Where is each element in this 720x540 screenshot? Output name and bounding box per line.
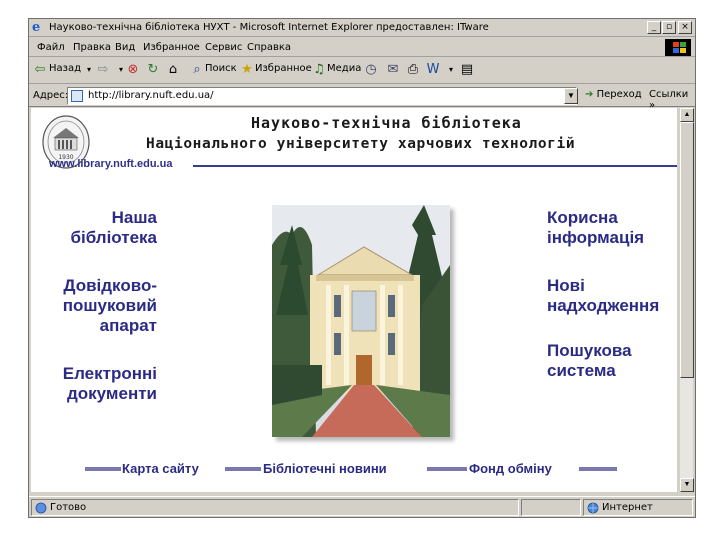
forward-arrow-icon[interactable]: ⇨ <box>95 62 111 78</box>
go-label: Переход <box>596 89 642 100</box>
discuss-icon[interactable]: ▤ <box>459 62 475 78</box>
header-divider <box>193 165 677 167</box>
media-button[interactable]: Медиа <box>327 63 361 74</box>
nav-reference-apparatus[interactable]: Довідково- пошуковий апарат <box>31 276 157 336</box>
maximize-button[interactable]: ▫ <box>662 21 676 34</box>
window-title: Науково-технічна бібліотека НУХТ - Micro… <box>49 22 489 33</box>
edit-word-icon[interactable]: W <box>425 62 441 78</box>
home-icon[interactable]: ⌂ <box>165 62 181 78</box>
stop-icon[interactable]: ⊗ <box>125 62 141 78</box>
favorites-button[interactable]: Избранное <box>255 63 312 74</box>
back-arrow-icon[interactable]: ⇦ <box>32 62 48 78</box>
go-button[interactable]: ➔ Переход <box>585 89 642 100</box>
heading-line-2: Національного університету харчових техн… <box>146 136 576 152</box>
search-button[interactable]: Поиск <box>205 63 237 74</box>
status-pane-zone: Интернет <box>583 499 693 516</box>
nav-useful-info[interactable]: Корисна інформація <box>547 208 644 248</box>
zone-text: Интернет <box>602 502 653 513</box>
close-button[interactable]: × <box>678 21 692 34</box>
library-building-photo <box>272 205 450 437</box>
menu-file[interactable]: Файл <box>37 42 65 53</box>
nav-our-library[interactable]: Наша бібліотека <box>31 208 157 248</box>
bottom-bar-3 <box>427 467 467 471</box>
vertical-scrollbar[interactable]: ▲ ▼ <box>679 108 694 492</box>
page-done-icon <box>35 502 47 514</box>
status-bar: Готово Интернет <box>29 496 695 517</box>
menu-edit[interactable]: Правка <box>73 42 111 53</box>
heading-line-1: Науково-технічна бібліотека <box>251 114 522 132</box>
nav-new-arrivals[interactable]: Нові надходження <box>547 276 659 316</box>
scroll-up-arrow-icon[interactable]: ▲ <box>680 108 694 122</box>
ie-logo-icon: e <box>32 20 41 35</box>
nav-electronic-documents[interactable]: Електронні документи <box>31 364 157 404</box>
print-icon[interactable]: ⎙ <box>405 62 421 78</box>
page-icon <box>71 90 83 102</box>
links-label: Ссылки <box>649 89 689 100</box>
site-url: www.library.nuft.edu.ua <box>49 158 173 170</box>
bottom-link-sitemap[interactable]: Карта сайту <box>122 461 199 476</box>
history-icon[interactable]: ◷ <box>363 62 379 78</box>
media-icon[interactable]: ♫ <box>311 62 327 78</box>
title-bar: e Науково-технічна бібліотека НУХТ - Mic… <box>29 19 695 37</box>
bottom-bar-1 <box>85 467 121 471</box>
menu-bar: Файл Правка Вид Избранное Сервис Справка <box>29 38 695 57</box>
address-label: Адрес: <box>33 90 69 101</box>
refresh-icon[interactable]: ↻ <box>145 62 161 78</box>
favorites-star-icon[interactable]: ★ <box>239 62 255 78</box>
browser-window: e Науково-технічна бібліотека НУХТ - Mic… <box>28 18 696 518</box>
address-bar: Адрес: http://library.nuft.edu.ua/ ▼ ➔ П… <box>29 85 695 111</box>
scroll-thumb[interactable] <box>680 122 694 378</box>
toolbar: ⇦ Назад ▾ ⇨ ▾ ⊗ ↻ ⌂ ⌕ Поиск ★ Избранное … <box>29 58 695 84</box>
go-arrow-icon: ➔ <box>585 89 597 100</box>
menu-help[interactable]: Справка <box>247 42 291 53</box>
page-content: 1930 Науково-технічна бібліотека Націона… <box>31 108 677 492</box>
scroll-down-arrow-icon[interactable]: ▼ <box>680 478 694 492</box>
status-pane-main: Готово <box>31 499 519 516</box>
edit-dropdown-icon[interactable]: ▾ <box>443 62 459 78</box>
nav-search-system[interactable]: Пошукова система <box>547 341 632 381</box>
bottom-bar-2 <box>225 467 261 471</box>
minimize-button[interactable]: _ <box>647 21 661 34</box>
bottom-link-library-news[interactable]: Бібліотечні новини <box>263 461 387 476</box>
windows-logo-icon <box>665 39 691 56</box>
back-button[interactable]: Назад <box>49 63 81 74</box>
address-input[interactable]: http://library.nuft.edu.ua/ <box>67 87 577 105</box>
search-icon[interactable]: ⌕ <box>189 62 205 78</box>
address-url: http://library.nuft.edu.ua/ <box>88 90 214 101</box>
menu-tools[interactable]: Сервис <box>205 42 242 53</box>
menu-favorites[interactable]: Избранное <box>143 42 200 53</box>
status-text: Готово <box>50 502 87 513</box>
bottom-bar-4 <box>579 467 617 471</box>
mail-icon[interactable]: ✉ <box>385 62 401 78</box>
status-pane-blank-1 <box>521 499 581 516</box>
internet-globe-icon <box>587 502 599 514</box>
menu-view[interactable]: Вид <box>115 42 135 53</box>
address-dropdown-icon[interactable]: ▼ <box>564 88 578 104</box>
bottom-link-exchange-fund[interactable]: Фонд обміну <box>469 461 552 476</box>
